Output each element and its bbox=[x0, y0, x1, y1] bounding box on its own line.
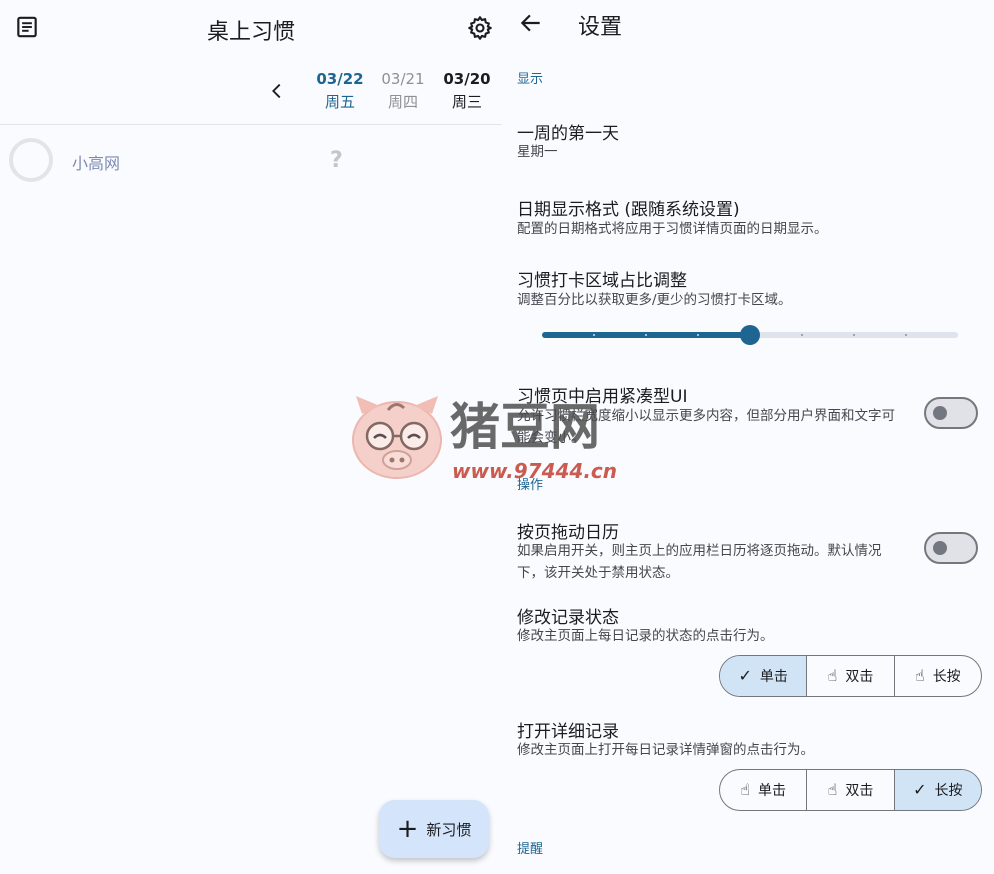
setting-value: 星期一 bbox=[517, 144, 558, 160]
watermark-brand: 猪豆网 bbox=[450, 398, 600, 456]
double-tap-icon: ☝ bbox=[827, 780, 838, 799]
date-column[interactable]: 03/22 周五 bbox=[312, 70, 368, 112]
date-label: 03/20 bbox=[443, 70, 491, 88]
pig-face-icon bbox=[352, 396, 442, 479]
watermark-logo: 猪豆网 www.97444.cn bbox=[352, 396, 617, 483]
compact-ui-toggle[interactable] bbox=[924, 397, 978, 429]
watermark-url: www.97444.cn bbox=[452, 459, 617, 483]
option-label: 双击 bbox=[845, 783, 874, 799]
option-label: 单击 bbox=[758, 783, 787, 799]
plus-icon: + bbox=[396, 814, 419, 844]
open-detail-segmented: ☝ 单击 ☝ 双击 ✓ 长按 bbox=[719, 769, 982, 811]
gear-icon[interactable] bbox=[466, 14, 494, 42]
section-header-reminder: 提醒 bbox=[517, 842, 544, 857]
option-label: 长按 bbox=[932, 669, 961, 685]
open-detail-option-single[interactable]: ☝ 单击 bbox=[720, 770, 808, 810]
settings-title: 设置 bbox=[578, 15, 623, 40]
setting-title: 日期显示格式 (跟随系统设置) bbox=[517, 200, 740, 220]
double-tap-icon: ☝ bbox=[827, 666, 838, 685]
app-title: 桌上习惯 bbox=[206, 20, 295, 45]
chevron-left-icon[interactable] bbox=[266, 80, 288, 102]
date-column[interactable]: 03/21 周四 bbox=[375, 70, 431, 112]
area-ratio-slider-thumb[interactable] bbox=[740, 325, 760, 345]
slider-tick bbox=[801, 334, 803, 336]
weekday-label: 周三 bbox=[451, 93, 482, 111]
option-label: 长按 bbox=[934, 783, 963, 799]
record-status-segmented: ✓ 单击 ☝ 双击 ☝ 长按 bbox=[719, 655, 982, 697]
slider-tick bbox=[593, 334, 595, 336]
record-status-option-long[interactable]: ☝ 长按 bbox=[895, 656, 981, 696]
habit-status-unknown[interactable]: ? bbox=[330, 148, 343, 173]
setting-description: 修改主页面上每日记录的状态的点击行为。 bbox=[517, 628, 774, 644]
slider-tick bbox=[697, 334, 699, 336]
slider-tick bbox=[905, 334, 907, 336]
weekday-label: 周五 bbox=[324, 93, 355, 111]
setting-description: 配置的日期格式将应用于习惯详情页面的日期显示。 bbox=[517, 221, 828, 237]
option-label: 双击 bbox=[845, 669, 874, 685]
header-divider bbox=[0, 124, 502, 125]
slider-tick bbox=[853, 334, 855, 336]
new-habit-button[interactable]: + 新习惯 bbox=[379, 800, 489, 858]
toggle-knob bbox=[933, 406, 947, 420]
option-label: 单击 bbox=[759, 669, 788, 685]
record-status-option-single[interactable]: ✓ 单击 bbox=[720, 656, 808, 696]
long-press-icon: ☝ bbox=[914, 666, 925, 685]
slider-tick bbox=[645, 334, 647, 336]
setting-description: 如果启用开关，则主页上的应用栏日历将逐页拖动。默认情况下，该开关处于禁用状态。 bbox=[517, 543, 882, 581]
toggle-knob bbox=[933, 541, 947, 555]
setting-title: 习惯打卡区域占比调整 bbox=[517, 271, 687, 291]
setting-description: 修改主页面上打开每日记录详情弹窗的点击行为。 bbox=[517, 742, 814, 758]
tap-icon: ☝ bbox=[740, 780, 751, 799]
check-icon: ✓ bbox=[738, 666, 752, 685]
record-status-option-double[interactable]: ☝ 双击 bbox=[807, 656, 895, 696]
open-detail-option-long[interactable]: ✓ 长按 bbox=[894, 770, 981, 810]
date-label: 03/22 bbox=[316, 70, 364, 88]
weekday-label: 周四 bbox=[387, 93, 418, 111]
new-habit-label: 新习惯 bbox=[426, 820, 472, 839]
habit-name[interactable]: 小高网 bbox=[72, 150, 120, 174]
arrow-back-icon[interactable] bbox=[518, 10, 544, 36]
page-drag-toggle[interactable] bbox=[924, 532, 978, 564]
check-icon: ✓ bbox=[913, 780, 927, 799]
habit-progress-ring[interactable] bbox=[9, 138, 53, 182]
section-header-display: 显示 bbox=[517, 72, 544, 87]
date-column[interactable]: 03/20 周三 bbox=[439, 70, 495, 112]
open-detail-option-double[interactable]: ☝ 双击 bbox=[807, 770, 895, 810]
date-label: 03/21 bbox=[381, 70, 425, 88]
setting-description: 调整百分比以获取更多/更少的习惯打卡区域。 bbox=[517, 292, 792, 308]
